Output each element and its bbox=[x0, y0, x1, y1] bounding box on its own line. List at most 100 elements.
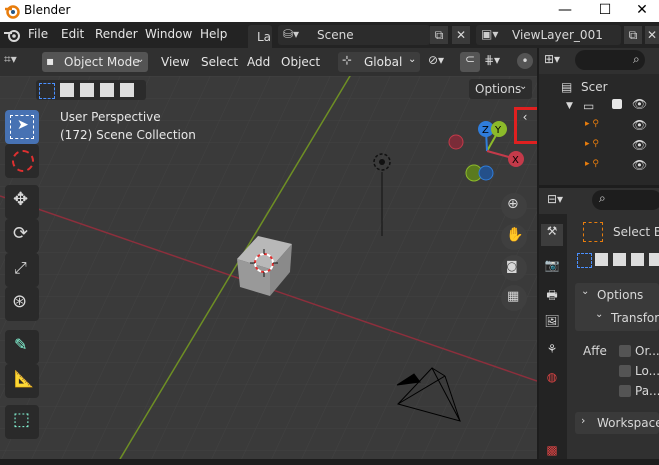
camera-view-button[interactable]: ◙ bbox=[501, 255, 527, 281]
scale-icon: ⤢ bbox=[14, 258, 27, 277]
select-subtract-icon[interactable] bbox=[80, 83, 94, 97]
chevron-down-icon: ⌄ bbox=[136, 54, 145, 65]
transform-tool[interactable]: ⊛ bbox=[5, 287, 39, 321]
select-intersect-icon[interactable] bbox=[120, 83, 134, 97]
scale-tool[interactable]: ⤢ bbox=[5, 253, 39, 287]
menu-object[interactable]: Object bbox=[281, 55, 320, 69]
outliner-panel: ⊞▾ ⌕ ▤ Scer ▼ ▭ 👁 ▸ ⚲ 👁 ▸ ⚲ 👁 ▸ ⚲ 👁 bbox=[539, 48, 659, 185]
annotate-tool[interactable]: ✎ bbox=[5, 330, 39, 364]
workspace-tab[interactable]: La bbox=[248, 25, 272, 48]
zoom-button[interactable]: ⊕ bbox=[501, 193, 527, 219]
chevron-down-icon: ⌄ bbox=[595, 309, 604, 320]
delete-scene-icon[interactable]: ✕ bbox=[452, 26, 470, 44]
expand-icon[interactable]: ▸ ⚲ bbox=[585, 119, 599, 129]
snap-target-icon[interactable]: ⋕▾ bbox=[484, 53, 500, 67]
camera-icon: ◙ bbox=[506, 259, 518, 273]
select-intersect-icon[interactable] bbox=[649, 253, 659, 266]
chevron-down-icon: ⌄ bbox=[408, 54, 417, 65]
affect-parents-checkbox[interactable] bbox=[619, 385, 631, 397]
window-titlebar: Blender — ☐ ✕ bbox=[0, 0, 659, 22]
copy-scene-icon[interactable]: ⧉ bbox=[430, 26, 448, 44]
pivot-point-icon[interactable]: ⊘▾ bbox=[428, 53, 444, 67]
affect-locations-label: Lo... bbox=[635, 364, 659, 378]
scene-tab-icon[interactable]: ⚘ bbox=[541, 342, 563, 364]
menu-select[interactable]: Select bbox=[201, 55, 238, 69]
select-extend-icon[interactable] bbox=[60, 83, 74, 97]
delete-view-layer-icon[interactable]: ✕ bbox=[645, 26, 659, 44]
options-panel[interactable]: ⌄ Options ⌄ Transform bbox=[575, 283, 659, 331]
expand-icon[interactable]: ▼ bbox=[566, 101, 573, 111]
proportional-edit-icon[interactable]: • bbox=[517, 53, 533, 69]
menu-add[interactable]: Add bbox=[247, 55, 270, 69]
menu-render[interactable]: Render bbox=[95, 27, 138, 41]
options-panel-label: Options bbox=[597, 288, 644, 302]
scene-icon: ⛁▾ bbox=[283, 27, 300, 41]
select-invert-icon[interactable] bbox=[631, 253, 644, 266]
select-new-icon[interactable] bbox=[39, 83, 55, 99]
search-icon: ⌕ bbox=[599, 191, 606, 205]
select-invert-icon[interactable] bbox=[100, 83, 114, 97]
select-box-tool[interactable]: ➤ bbox=[5, 110, 39, 144]
visibility-eye-icon[interactable]: 👁 bbox=[632, 158, 647, 172]
move-tool[interactable]: ✥ bbox=[5, 185, 39, 219]
rotate-icon: ⟳ bbox=[13, 223, 29, 244]
visibility-eye-icon[interactable]: 👁 bbox=[632, 118, 647, 132]
affect-origins-checkbox[interactable] bbox=[619, 345, 631, 357]
chevron-down-icon: ⌄ bbox=[519, 81, 528, 92]
workspace-panel[interactable]: › Workspace bbox=[575, 412, 659, 434]
render-tab-icon[interactable]: 📷 bbox=[541, 258, 563, 280]
blender-menu-icon[interactable] bbox=[3, 27, 21, 43]
measure-tool[interactable]: 📐 bbox=[5, 364, 39, 398]
menu-edit[interactable]: Edit bbox=[61, 27, 84, 41]
expand-icon[interactable]: ▸ ⚲ bbox=[585, 159, 599, 169]
top-menubar: File Edit Render Window Help La ⛁▾ Scene… bbox=[0, 22, 659, 48]
collection-label: (172) Scene Collection bbox=[60, 128, 196, 142]
visibility-eye-icon[interactable]: 👁 bbox=[632, 138, 647, 152]
view-layer-tab-icon[interactable]: 🖼 bbox=[541, 314, 563, 336]
orientation-dropdown[interactable]: ⊹ Global ⌄ bbox=[338, 52, 420, 72]
view-layer-selector[interactable]: ▣▾ ViewLayer_001 bbox=[476, 25, 621, 45]
viewport-header: ⌗▾ ▪ Object Mode ⌄ View Select Add Objec… bbox=[0, 48, 537, 76]
texture-tab-icon[interactable]: ▩ bbox=[541, 443, 563, 465]
snap-icon[interactable]: ⊂ bbox=[460, 52, 480, 72]
menu-view[interactable]: View bbox=[161, 55, 189, 69]
select-extend-icon[interactable] bbox=[595, 253, 608, 266]
rotate-tool[interactable]: ⟳ bbox=[5, 219, 39, 253]
visibility-eye-icon[interactable]: 👁 bbox=[632, 97, 647, 111]
menu-help[interactable]: Help bbox=[200, 27, 227, 41]
pan-button[interactable]: ✋ bbox=[501, 224, 527, 250]
affect-label: Affe bbox=[583, 344, 607, 358]
mode-dropdown[interactable]: ▪ Object Mode ⌄ bbox=[42, 52, 148, 72]
menu-window[interactable]: Window bbox=[145, 27, 192, 41]
affect-parents-label: Pa... bbox=[635, 384, 659, 398]
options-dropdown[interactable]: Options ⌄ bbox=[469, 79, 532, 99]
workspace-panel-label: Workspace bbox=[597, 416, 659, 430]
gizmo-y: Y bbox=[494, 125, 502, 136]
3d-viewport[interactable]: User Perspective (172) Scene Collection … bbox=[0, 76, 537, 459]
cursor-tool[interactable] bbox=[5, 144, 39, 178]
copy-view-layer-icon[interactable]: ⧉ bbox=[624, 26, 642, 44]
close-window-button[interactable]: ✕ bbox=[625, 0, 659, 22]
affect-locations-checkbox[interactable] bbox=[619, 365, 631, 377]
affect-origins-label: Or... bbox=[635, 344, 659, 358]
world-tab-icon[interactable]: ◍ bbox=[541, 370, 563, 392]
outliner-editor-icon[interactable]: ⊞▾ bbox=[544, 52, 560, 66]
add-cube-tool[interactable]: ⬚ bbox=[5, 405, 39, 439]
expand-icon[interactable]: ▸ ⚲ bbox=[585, 139, 599, 149]
view-layer-icon: ▣▾ bbox=[481, 27, 499, 41]
scene-icon: ▤ bbox=[561, 80, 573, 94]
scene-selector[interactable]: ⛁▾ Scene bbox=[278, 25, 430, 45]
minimize-button[interactable]: — bbox=[548, 0, 582, 22]
maximize-button[interactable]: ☐ bbox=[588, 0, 622, 22]
properties-editor-icon[interactable]: ⊟▾ bbox=[547, 192, 563, 206]
select-subtract-icon[interactable] bbox=[613, 253, 626, 266]
transform-orientation-icon: ⊹ bbox=[342, 53, 353, 67]
projection-toggle-button[interactable]: ▦ bbox=[501, 285, 527, 311]
editor-type-icon[interactable]: ⌗▾ bbox=[4, 52, 17, 67]
output-tab-icon[interactable]: 🖶 bbox=[541, 286, 563, 308]
menu-file[interactable]: File bbox=[28, 27, 48, 41]
tool-tab-icon[interactable]: ⚒ bbox=[541, 224, 563, 246]
select-new-icon[interactable] bbox=[577, 253, 592, 268]
collection-checkbox[interactable] bbox=[612, 99, 622, 109]
zoom-icon: ⊕ bbox=[507, 196, 519, 212]
